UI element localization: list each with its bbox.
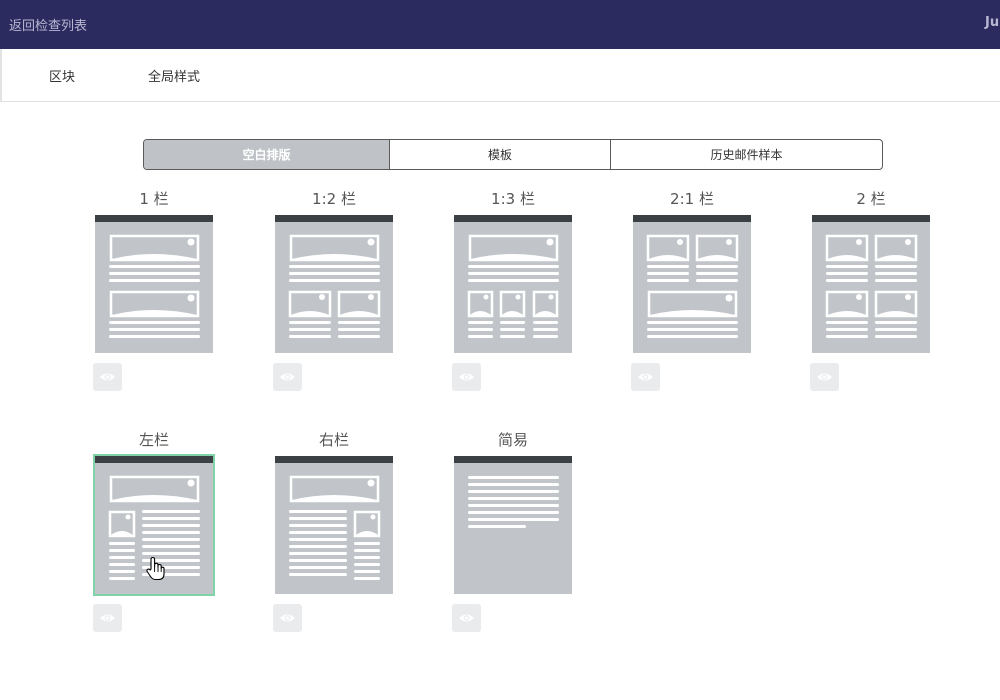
layout-title: 简易 (497, 431, 528, 449)
layout-title: 1:3 栏 (491, 190, 535, 208)
preview-button[interactable] (93, 363, 122, 391)
layout-thumbnail-1-col[interactable] (95, 215, 213, 353)
layout-1-3-col-graphic (467, 234, 559, 338)
layout-thumbnail-2-1-col[interactable] (633, 215, 751, 353)
layout-thumbnail-simple[interactable] (454, 456, 572, 594)
layout-title: 1 栏 (139, 190, 169, 208)
layout-1-col-graphic (109, 234, 200, 338)
segment-blank-layout[interactable]: 空白排版 (144, 140, 390, 169)
preview-button[interactable] (452, 363, 481, 391)
layout-title: 2:1 栏 (670, 190, 714, 208)
eye-icon (280, 614, 295, 622)
layout-thumbnail-2-col[interactable] (812, 215, 930, 353)
user-name[interactable]: Ju (985, 15, 999, 30)
eye-icon (459, 373, 474, 381)
hand-pointer-icon (146, 556, 165, 581)
back-to-checklist-link[interactable]: 返回检查列表 (9, 15, 87, 34)
tab-blocks[interactable]: 区块 (49, 66, 75, 85)
layout-simple-graphic (468, 476, 559, 528)
layout-title: 左栏 (138, 431, 169, 449)
layout-title: 1:2 栏 (312, 190, 356, 208)
layout-thumbnail-1-2-col[interactable] (275, 215, 393, 353)
segment-templates[interactable]: 模板 (390, 140, 611, 169)
eye-icon (459, 614, 474, 622)
layout-right-col-graphic (289, 475, 381, 580)
layout-thumbnail-1-3-col[interactable] (454, 215, 572, 353)
eye-icon (280, 373, 295, 381)
preview-button[interactable] (273, 604, 302, 632)
layout-2-1-col-graphic (646, 234, 739, 338)
preview-button[interactable] (273, 363, 302, 391)
layout-title: 右栏 (318, 431, 349, 449)
layout-thumbnail-right-col[interactable] (275, 456, 393, 594)
sub-nav: 区块 全局样式 (0, 49, 1000, 102)
eye-icon (100, 614, 115, 622)
preview-button[interactable] (631, 363, 660, 391)
segment-history-samples[interactable]: 历史邮件样本 (611, 140, 882, 169)
tab-global-styles[interactable]: 全局样式 (148, 66, 200, 85)
preview-button[interactable] (452, 604, 481, 632)
layout-source-switch: 空白排版 模板 历史邮件样本 (143, 139, 883, 170)
eye-icon (100, 373, 115, 381)
layout-1-2-col-graphic (288, 234, 381, 338)
eye-icon (638, 373, 653, 381)
top-bar: 返回检查列表 Ju (0, 0, 1000, 49)
layout-title: 2 栏 (856, 190, 886, 208)
layout-2-col-graphic (825, 234, 918, 338)
sub-nav-edge (0, 49, 2, 101)
eye-icon (817, 373, 832, 381)
preview-button[interactable] (93, 604, 122, 632)
preview-button[interactable] (810, 363, 839, 391)
